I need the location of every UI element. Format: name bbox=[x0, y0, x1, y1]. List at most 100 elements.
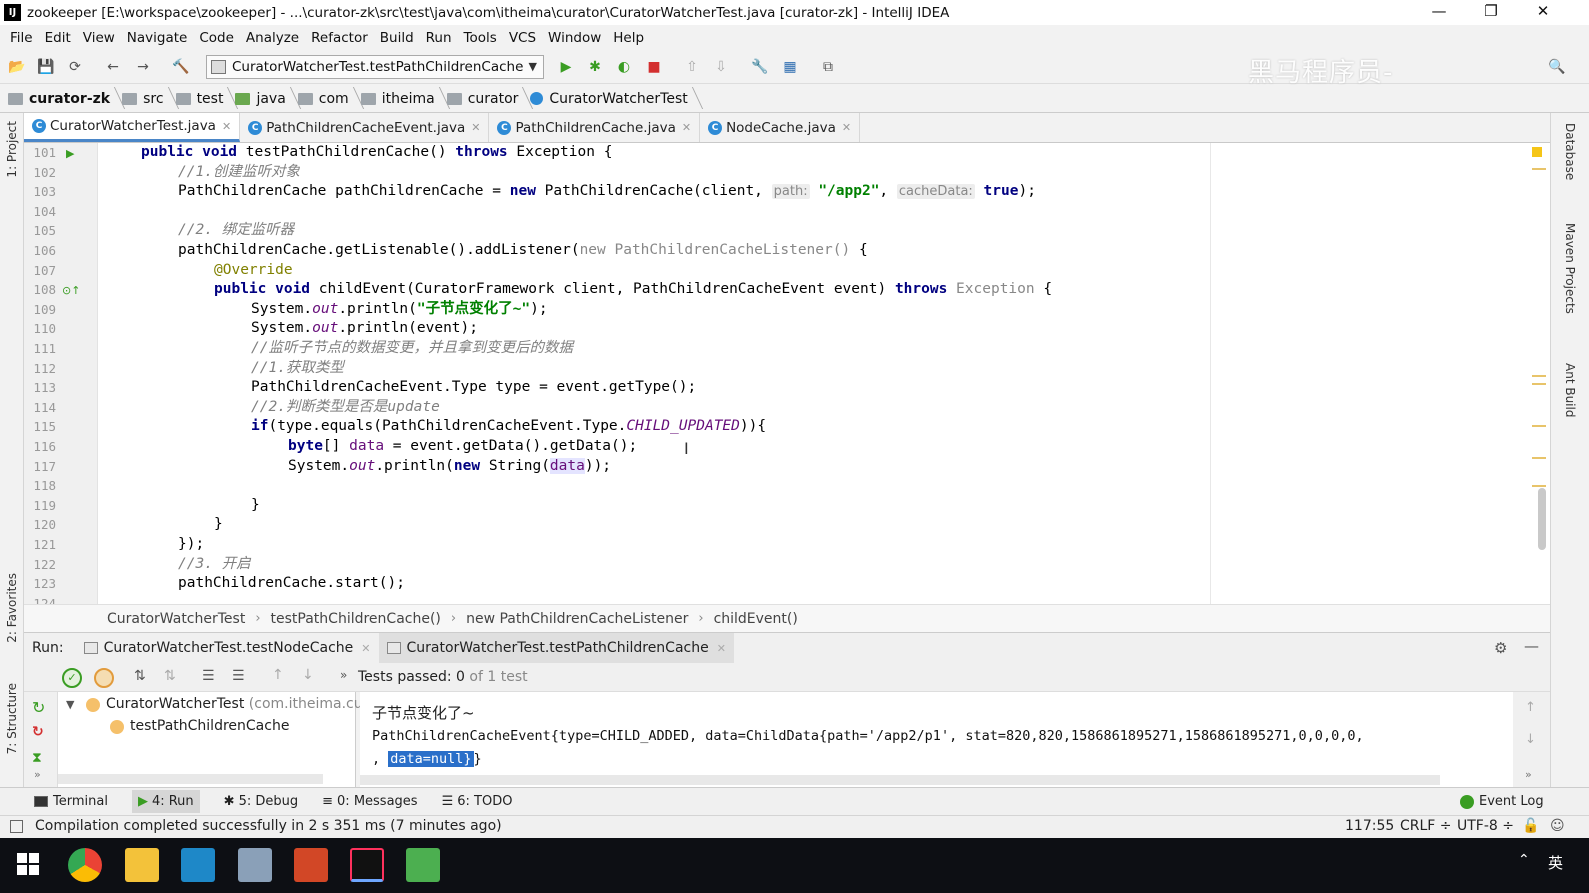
close-tab-icon[interactable]: ✕ bbox=[717, 642, 726, 655]
code-crumb-class[interactable]: CuratorWatcherTest bbox=[107, 611, 245, 627]
menu-analyze[interactable]: Analyze bbox=[240, 30, 305, 46]
test-tree-child[interactable]: testPathChildrenCache bbox=[130, 718, 289, 734]
rerun-icon[interactable]: ↻ bbox=[32, 698, 45, 717]
hide-panel-icon[interactable]: — bbox=[1524, 637, 1539, 655]
sync-icon[interactable]: ⟳ bbox=[66, 58, 84, 76]
run-tab[interactable]: ▶ 4: Run bbox=[131, 790, 200, 813]
settings-wrench-icon[interactable]: 🔧 bbox=[751, 58, 769, 76]
run-tab-testnodecache[interactable]: CuratorWatcherTest.testNodeCache ✕ bbox=[76, 633, 379, 663]
todo-tab[interactable]: ☰ 6: TODO bbox=[442, 794, 513, 809]
app-icon[interactable] bbox=[181, 848, 215, 882]
close-tab-icon[interactable]: ✕ bbox=[361, 642, 370, 655]
error-stripe-mark[interactable] bbox=[1532, 383, 1546, 385]
windows-start-icon[interactable] bbox=[17, 853, 39, 875]
project-tool-button[interactable]: 1: Project bbox=[5, 121, 19, 178]
file-encoding[interactable]: UTF-8 ÷ bbox=[1457, 818, 1514, 834]
code-crumb-method[interactable]: testPathChildrenCache() bbox=[271, 611, 441, 627]
run-tab-testpathchildrencache[interactable]: CuratorWatcherTest.testPathChildrenCache… bbox=[378, 633, 734, 663]
sort-duration-icon[interactable]: ⇅ bbox=[164, 668, 176, 684]
run-icon[interactable]: ▶ bbox=[557, 58, 575, 76]
file-explorer-icon[interactable] bbox=[125, 848, 159, 882]
override-gutter-icon[interactable]: ⊙↑ bbox=[62, 284, 80, 297]
search-everywhere-icon[interactable]: 🔍 bbox=[1548, 58, 1566, 76]
gear-icon[interactable]: ⚙ bbox=[1494, 639, 1507, 657]
close-tab-icon[interactable]: ✕ bbox=[471, 121, 480, 134]
scroll-down-icon[interactable]: ↓ bbox=[1525, 732, 1536, 747]
error-stripe-mark[interactable] bbox=[1532, 485, 1546, 487]
collapse-all-icon[interactable]: ☰ bbox=[232, 668, 245, 684]
minimize-button[interactable]: — bbox=[1416, 0, 1462, 25]
console-horizontal-scrollbar[interactable] bbox=[360, 775, 1440, 785]
chrome-icon[interactable] bbox=[68, 848, 102, 882]
database-tool-button[interactable]: Database bbox=[1563, 123, 1577, 180]
breadcrumb-item-test[interactable]: test bbox=[175, 91, 230, 107]
open-folder-icon[interactable]: 📂 bbox=[8, 58, 26, 76]
menu-build[interactable]: Build bbox=[374, 30, 420, 46]
more-icon[interactable]: » bbox=[340, 668, 347, 682]
error-stripe-mark[interactable] bbox=[1532, 425, 1546, 427]
caret-position[interactable]: 117:55 bbox=[1345, 818, 1394, 834]
menu-tools[interactable]: Tools bbox=[458, 30, 503, 46]
debug-tab[interactable]: ✱ 5: Debug bbox=[224, 794, 298, 809]
ant-build-tool-button[interactable]: Ant Build bbox=[1563, 363, 1577, 417]
terminal-tab[interactable]: Terminal bbox=[34, 794, 108, 809]
run-configuration-select[interactable]: CuratorWatcherTest.testPathChildrenCache… bbox=[206, 55, 544, 79]
menu-help[interactable]: Help bbox=[607, 30, 650, 46]
expand-all-icon[interactable]: ☰ bbox=[202, 668, 215, 684]
more-icon[interactable]: » bbox=[34, 768, 41, 781]
sort-alpha-icon[interactable]: ⇅ bbox=[134, 668, 146, 684]
save-icon[interactable]: 💾 bbox=[37, 58, 55, 76]
toggle-autotest-icon[interactable]: ⧗ bbox=[32, 750, 42, 766]
update-project-icon[interactable]: ⇧ bbox=[683, 58, 701, 76]
breadcrumb-item-com[interactable]: com bbox=[297, 91, 355, 107]
menu-window[interactable]: Window bbox=[542, 30, 607, 46]
powerpoint-icon[interactable] bbox=[294, 848, 328, 882]
code-editor[interactable]: public void testPathChildrenCache() thro… bbox=[98, 143, 1550, 604]
status-message[interactable]: Compilation completed successfully in 2 … bbox=[35, 818, 502, 834]
build-hammer-icon[interactable]: 🔨 bbox=[172, 58, 190, 76]
lock-icon[interactable]: 🔓 bbox=[1522, 818, 1539, 834]
code-crumb-childevent[interactable]: childEvent() bbox=[714, 611, 798, 627]
messages-tab[interactable]: ≡ 0: Messages bbox=[322, 794, 417, 809]
maven-tool-button[interactable]: Maven Projects bbox=[1563, 223, 1577, 314]
tab-nodecache[interactable]: C NodeCache.java ✕ bbox=[700, 113, 861, 142]
editor-gutter[interactable]: 101 102 103 104 105 106 107 108 109 110 … bbox=[24, 143, 98, 604]
line-separator[interactable]: CRLF ÷ bbox=[1400, 818, 1452, 834]
error-stripe-mark[interactable] bbox=[1532, 375, 1546, 377]
next-failed-icon[interactable]: ↓ bbox=[302, 667, 314, 683]
breadcrumb-item-itheima[interactable]: itheima bbox=[360, 91, 441, 107]
app-icon-2[interactable] bbox=[238, 848, 272, 882]
notepad-icon[interactable] bbox=[406, 848, 440, 882]
show-ignored-icon[interactable] bbox=[94, 668, 114, 688]
tab-pathchildrencacheevent[interactable]: C PathChildrenCacheEvent.java ✕ bbox=[240, 113, 490, 142]
test-tree-root[interactable]: CuratorWatcherTest (com.itheima.cur bbox=[106, 696, 368, 712]
tab-curatorwatchertest[interactable]: C CuratorWatcherTest.java ✕ bbox=[24, 113, 241, 142]
menu-refactor[interactable]: Refactor bbox=[305, 30, 374, 46]
run-test-gutter-icon[interactable]: ▶ bbox=[66, 147, 74, 160]
back-icon[interactable]: ← bbox=[104, 58, 122, 76]
menu-vcs[interactable]: VCS bbox=[503, 30, 542, 46]
coverage-icon[interactable]: ◐ bbox=[615, 58, 633, 76]
structure-tool-button[interactable]: 7: Structure bbox=[5, 683, 19, 754]
error-stripe-mark[interactable] bbox=[1532, 168, 1546, 170]
breadcrumb-item-java[interactable]: java bbox=[235, 91, 291, 107]
tab-pathchildrencache[interactable]: C PathChildrenCache.java ✕ bbox=[489, 113, 701, 142]
commit-icon[interactable]: ⇩ bbox=[712, 58, 730, 76]
chevron-down-icon[interactable]: ▼ bbox=[66, 698, 74, 711]
forward-icon[interactable]: → bbox=[134, 58, 152, 76]
previous-failed-icon[interactable]: ↑ bbox=[272, 667, 284, 683]
menu-code[interactable]: Code bbox=[193, 30, 240, 46]
console-output[interactable]: 子节点变化了~ PathChildrenCacheEvent{type=CHIL… bbox=[360, 692, 1513, 787]
stop-icon[interactable]: ■ bbox=[645, 58, 663, 76]
menu-view[interactable]: View bbox=[77, 30, 121, 46]
rerun-failed-icon[interactable]: ↻ bbox=[32, 724, 44, 740]
close-tab-icon[interactable]: ✕ bbox=[842, 121, 851, 134]
favorites-tool-button[interactable]: 2: Favorites bbox=[5, 573, 19, 643]
editor-scrollbar-thumb[interactable] bbox=[1538, 488, 1546, 550]
breadcrumb-item-curator[interactable]: curator bbox=[446, 91, 525, 107]
sdk-manager-icon[interactable]: ⧉ bbox=[819, 58, 837, 76]
close-tab-icon[interactable]: ✕ bbox=[682, 121, 691, 134]
menu-run[interactable]: Run bbox=[420, 30, 458, 46]
scroll-up-icon[interactable]: ↑ bbox=[1525, 700, 1536, 715]
close-tab-icon[interactable]: ✕ bbox=[222, 120, 231, 133]
